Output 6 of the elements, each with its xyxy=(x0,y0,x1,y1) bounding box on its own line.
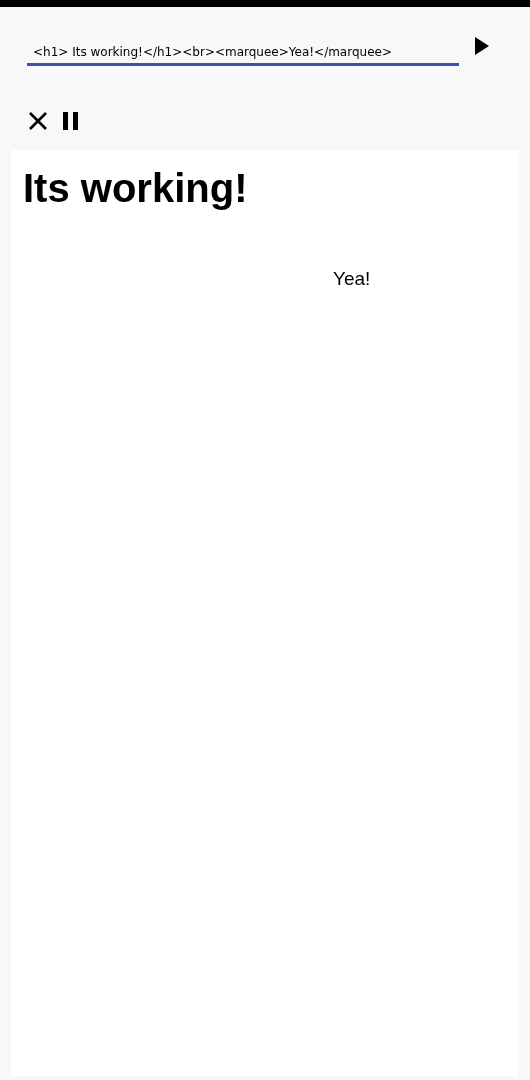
code-input-field[interactable]: <h1> Its working!</h1><br><marquee>Yea!</marquee> xyxy=(27,37,459,66)
marquee-text: Yea! xyxy=(333,268,371,289)
pause-icon[interactable] xyxy=(62,112,79,130)
close-icon[interactable] xyxy=(28,111,48,131)
preview-heading: Its working! xyxy=(23,165,249,212)
play-icon[interactable] xyxy=(475,37,489,55)
